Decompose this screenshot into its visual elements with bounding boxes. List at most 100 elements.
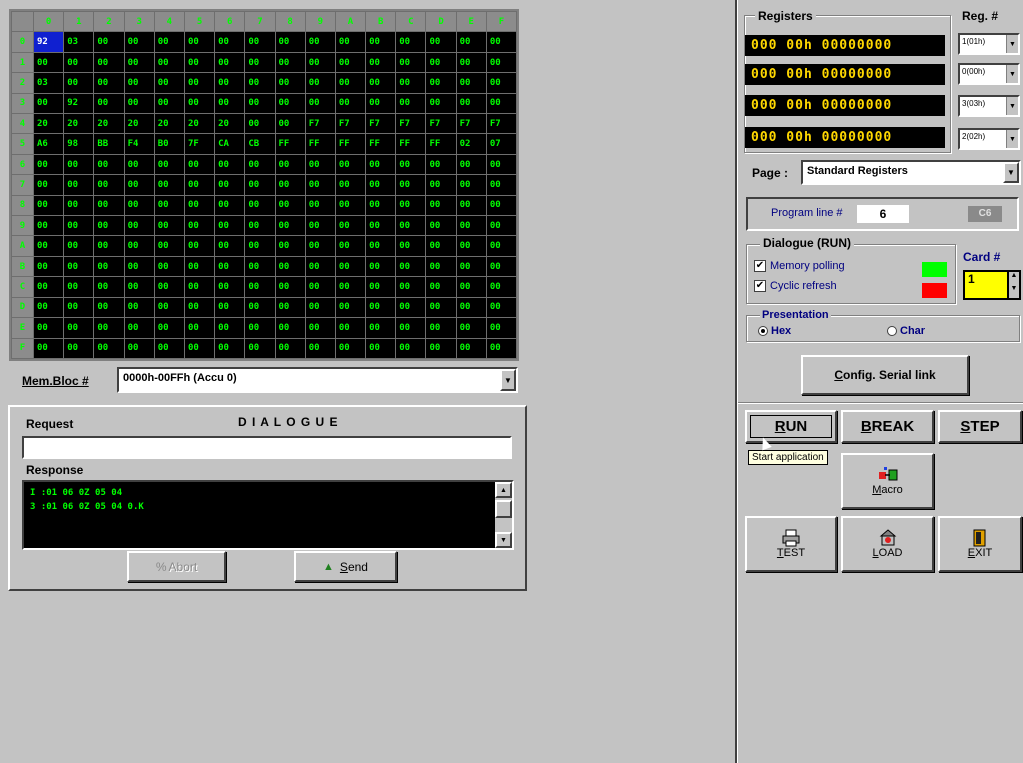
memory-cell[interactable]: 00 — [63, 51, 95, 74]
memory-cell[interactable]: 00 — [214, 296, 246, 319]
memory-cell[interactable]: 00 — [304, 72, 336, 94]
memory-cell[interactable]: 00 — [395, 276, 427, 298]
memory-cell[interactable]: 00 — [395, 72, 427, 94]
memory-cell[interactable]: 00 — [274, 113, 306, 135]
memory-cell[interactable]: 00 — [32, 276, 65, 298]
memory-cell[interactable]: 20 — [32, 113, 65, 135]
memory-cell[interactable]: F7 — [365, 113, 397, 135]
memory-cell[interactable]: 00 — [32, 174, 65, 196]
memory-cell[interactable]: 00 — [153, 317, 185, 339]
memory-cell[interactable]: 00 — [244, 92, 276, 115]
memory-cell[interactable]: 00 — [183, 194, 216, 217]
memory-cell[interactable]: 00 — [123, 92, 155, 115]
memory-cell[interactable]: 00 — [485, 153, 518, 176]
memory-cell[interactable]: 00 — [304, 337, 336, 359]
memory-cell[interactable]: 00 — [244, 72, 276, 94]
page-select[interactable]: Standard Registers ▼ — [801, 160, 1021, 185]
memory-cell[interactable]: 00 — [183, 51, 216, 74]
memory-cell[interactable]: 00 — [455, 276, 487, 298]
memory-cell[interactable]: 00 — [485, 235, 518, 257]
memory-cell[interactable]: 00 — [425, 296, 457, 319]
memory-cell[interactable]: 00 — [365, 215, 397, 237]
memory-cell[interactable]: 00 — [123, 296, 155, 319]
memory-cell[interactable]: 00 — [485, 215, 518, 237]
memory-cell[interactable]: 00 — [485, 337, 518, 359]
memory-cell[interactable]: 00 — [244, 51, 276, 74]
memory-cell[interactable]: 00 — [334, 255, 367, 278]
memory-cell[interactable]: 00 — [274, 296, 306, 319]
memory-cell[interactable]: 20 — [153, 113, 185, 135]
chevron-down-icon[interactable]: ▼ — [1006, 35, 1018, 53]
response-scrollbar[interactable]: ▲ ▼ — [495, 482, 512, 548]
memory-cell[interactable]: FF — [274, 133, 306, 155]
memory-cell[interactable]: 00 — [425, 51, 457, 74]
memory-cell[interactable]: F7 — [425, 113, 457, 135]
memory-cell[interactable]: F7 — [455, 113, 487, 135]
memory-cell[interactable]: 00 — [455, 153, 487, 176]
memory-cell[interactable]: 00 — [274, 194, 306, 217]
memory-cell[interactable]: 00 — [304, 215, 336, 237]
memory-cell[interactable]: 00 — [425, 337, 457, 359]
memory-cell[interactable]: 00 — [395, 194, 427, 217]
memory-cell[interactable]: 00 — [93, 235, 125, 257]
memory-cell[interactable]: 00 — [395, 92, 427, 115]
memory-cell[interactable]: 03 — [63, 31, 95, 53]
memory-cell[interactable]: 00 — [455, 31, 487, 53]
chevron-down-icon[interactable]: ▼ — [1006, 130, 1018, 148]
memory-cell[interactable]: 00 — [63, 153, 95, 176]
memory-cell[interactable]: 00 — [214, 153, 246, 176]
hex-radio[interactable]: Hex — [758, 325, 791, 337]
memory-cell[interactable]: 00 — [93, 276, 125, 298]
memory-cell[interactable]: 00 — [32, 317, 65, 339]
memory-cell[interactable]: 00 — [485, 92, 518, 115]
memory-cell[interactable]: 00 — [214, 337, 246, 359]
memory-cell[interactable]: 00 — [32, 215, 65, 237]
memory-cell[interactable]: 00 — [455, 92, 487, 115]
memory-cell[interactable]: 7F — [183, 133, 216, 155]
memory-cell[interactable]: F4 — [123, 133, 155, 155]
memory-cell[interactable]: FF — [395, 133, 427, 155]
memory-cell[interactable]: 00 — [183, 92, 216, 115]
memory-cell[interactable]: 00 — [214, 276, 246, 298]
memory-cell[interactable]: 00 — [183, 72, 216, 94]
memory-cell[interactable]: 00 — [304, 51, 336, 74]
memory-cell[interactable]: 00 — [425, 72, 457, 94]
memory-cell[interactable]: 00 — [123, 194, 155, 217]
break-button[interactable]: BREAK — [841, 410, 934, 443]
memory-cell[interactable]: B0 — [153, 133, 185, 155]
memory-cell[interactable]: 00 — [395, 255, 427, 278]
memory-cell[interactable]: 00 — [304, 276, 336, 298]
chevron-down-icon[interactable]: ▼ — [1006, 65, 1018, 83]
memory-cell[interactable]: 00 — [485, 51, 518, 74]
radio-selected-icon[interactable] — [758, 326, 768, 336]
memory-cell[interactable]: FF — [334, 133, 367, 155]
memory-cell[interactable]: FF — [425, 133, 457, 155]
memory-cell[interactable]: 00 — [395, 31, 427, 53]
memory-cell[interactable]: 20 — [63, 113, 95, 135]
memory-cell[interactable]: 00 — [304, 92, 336, 115]
memory-cell[interactable]: 00 — [153, 31, 185, 53]
memory-cell[interactable]: 00 — [425, 255, 457, 278]
memory-cell[interactable]: 00 — [153, 51, 185, 74]
memory-cell[interactable]: 00 — [365, 235, 397, 257]
memory-cell[interactable]: 00 — [153, 194, 185, 217]
memory-cell[interactable]: 00 — [123, 235, 155, 257]
memory-cell[interactable]: 00 — [274, 215, 306, 237]
config-serial-link-button[interactable]: Config. Serial link — [801, 355, 969, 395]
memory-cell[interactable]: 00 — [93, 255, 125, 278]
memory-cell[interactable]: 00 — [455, 72, 487, 94]
memory-cell[interactable]: 00 — [365, 194, 397, 217]
memory-cell[interactable]: 00 — [153, 235, 185, 257]
memory-cell[interactable]: 00 — [425, 174, 457, 196]
memory-cell[interactable]: 00 — [214, 194, 246, 217]
memory-cell[interactable]: 00 — [304, 174, 336, 196]
memory-cell[interactable]: BB — [93, 133, 125, 155]
mem-bloc-select[interactable]: 0000h-00FFh (Accu 0) ▼ — [117, 367, 518, 393]
memory-cell[interactable]: 00 — [93, 92, 125, 115]
memory-cell[interactable]: 00 — [274, 235, 306, 257]
memory-cell[interactable]: 00 — [244, 276, 276, 298]
memory-cell[interactable]: 00 — [425, 31, 457, 53]
memory-cell[interactable]: 00 — [32, 51, 65, 74]
memory-cell[interactable]: 00 — [32, 337, 65, 359]
memory-cell[interactable]: 00 — [425, 235, 457, 257]
